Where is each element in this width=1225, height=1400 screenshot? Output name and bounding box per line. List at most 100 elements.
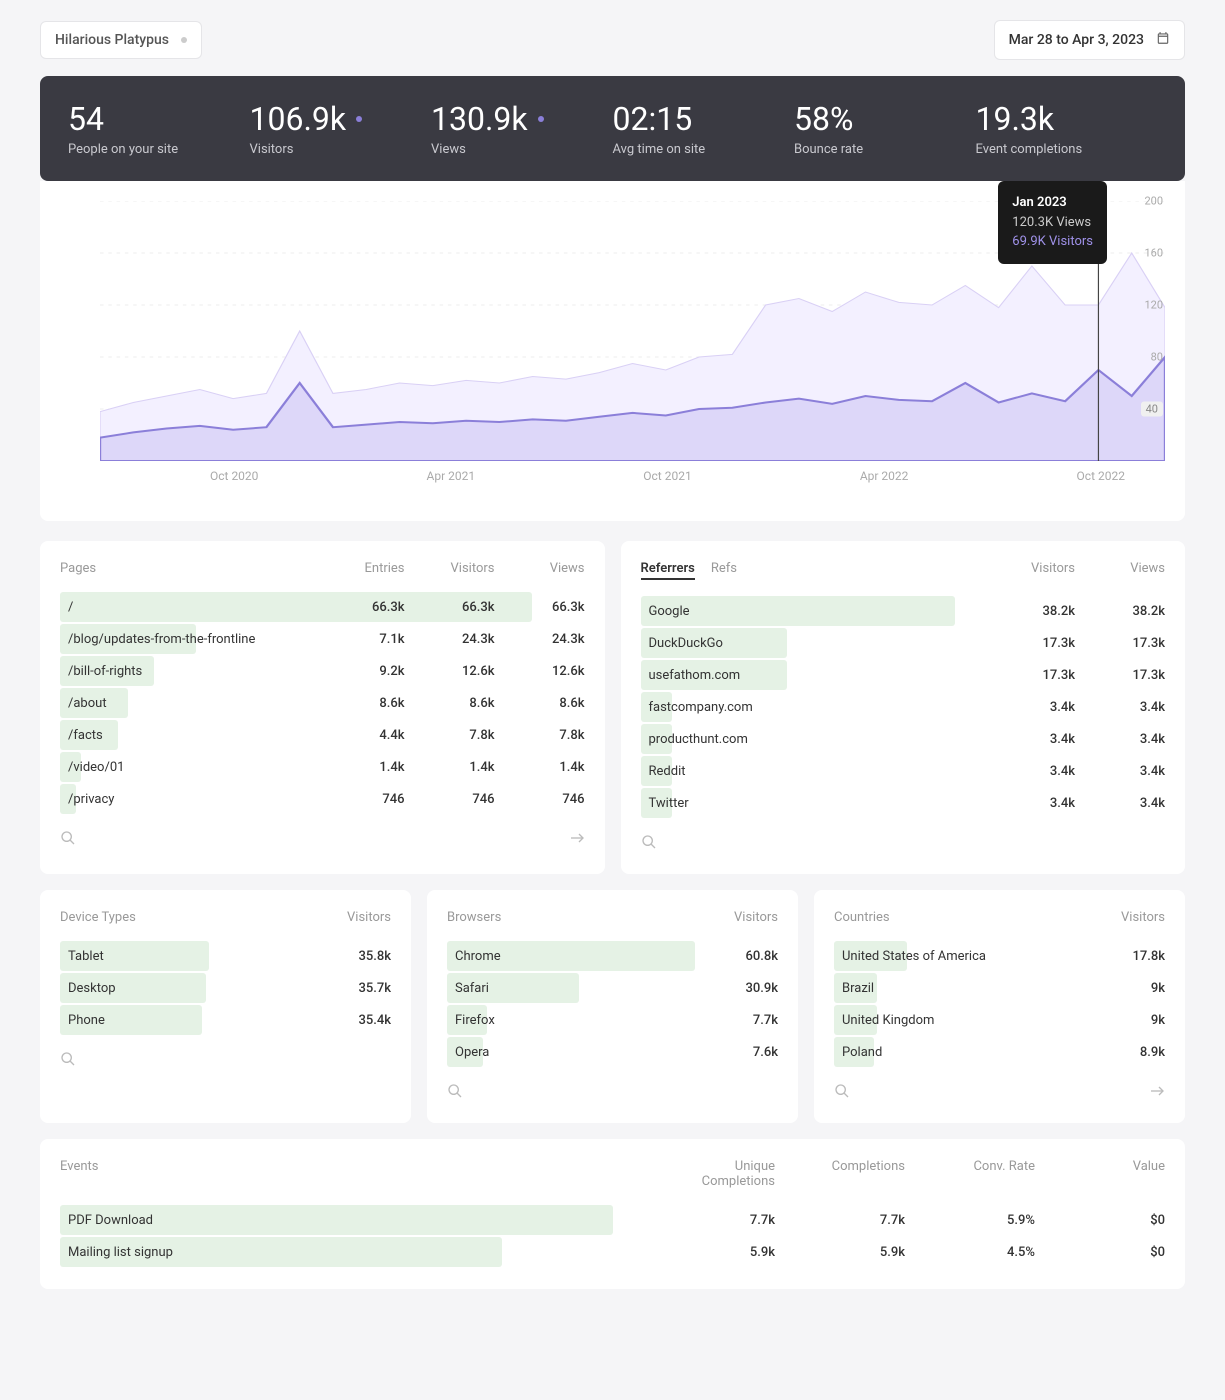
chart-tooltip: Jan 2023 120.3K Views 69.9K Visitors [998, 181, 1107, 264]
table-row[interactable]: United Kingdom9k [834, 1005, 1165, 1035]
table-row[interactable]: /video/011.4k1.4k1.4k [60, 752, 585, 782]
metric-value: 58% [794, 100, 976, 138]
col-header: Visitors [1105, 910, 1165, 925]
table-row[interactable]: /blog/updates-from-the-frontline7.1k24.3… [60, 624, 585, 654]
cell-value: 1.4k [435, 760, 495, 775]
search-icon[interactable] [834, 1083, 850, 1103]
site-selector[interactable]: Hilarious Platypus [40, 21, 202, 59]
tooltip-views: 120.3K Views [1012, 213, 1093, 233]
row-label: /privacy [60, 792, 345, 807]
search-icon[interactable] [447, 1083, 463, 1103]
row-label: usefathom.com [641, 668, 1016, 683]
metric[interactable]: 58% Bounce rate [794, 100, 976, 157]
search-icon[interactable] [60, 830, 76, 850]
table-row[interactable]: /66.3k66.3k66.3k [60, 592, 585, 622]
row-label: Desktop [60, 981, 331, 996]
cell-value: 35.8k [331, 949, 391, 964]
x-tick: Apr 2022 [860, 469, 909, 483]
table-row[interactable]: producthunt.com3.4k3.4k [641, 724, 1166, 754]
table-row[interactable]: Reddit3.4k3.4k [641, 756, 1166, 786]
col-header: Visitors [435, 561, 495, 576]
table-row[interactable]: Opera7.6k [447, 1037, 778, 1067]
table-row[interactable]: Safari30.9k [447, 973, 778, 1003]
table-row[interactable]: United States of America17.8k [834, 941, 1165, 971]
cell-value: 8.6k [435, 696, 495, 711]
cell-value: 9.2k [345, 664, 405, 679]
table-row[interactable]: /privacy746746746 [60, 784, 585, 814]
table-row[interactable]: Phone35.4k [60, 1005, 391, 1035]
table-row[interactable]: /about8.6k8.6k8.6k [60, 688, 585, 718]
metric[interactable]: 54 People on your site [68, 100, 250, 157]
referrers-card: ReferrersRefs VisitorsViews Google38.2k3… [621, 541, 1186, 874]
cell-value: 4.4k [345, 728, 405, 743]
row-label: Chrome [447, 949, 718, 964]
cell-value: 3.4k [1105, 764, 1165, 779]
cell-value: $0 [1065, 1213, 1165, 1228]
table-row[interactable]: Firefox7.7k [447, 1005, 778, 1035]
table-row[interactable]: DuckDuckGo17.3k17.3k [641, 628, 1166, 658]
metric-value: 19.3k [976, 100, 1158, 138]
table-row[interactable]: Mailing list signup5.9k5.9k4.5%$0 [60, 1237, 1165, 1267]
events-title: Events [60, 1159, 98, 1174]
arrow-right-icon[interactable] [1149, 1083, 1165, 1103]
table-row[interactable]: Chrome60.8k [447, 941, 778, 971]
cell-value: 7.7k [675, 1213, 775, 1228]
col-header: Views [1105, 561, 1165, 576]
browsers-card: Browsers Visitors Chrome60.8kSafari30.9k… [427, 890, 798, 1123]
date-range-selector[interactable]: Mar 28 to Apr 3, 2023 [994, 20, 1185, 60]
cell-value: 9k [1105, 1013, 1165, 1028]
search-icon[interactable] [641, 834, 657, 854]
metric[interactable]: 02:15 Avg time on site [613, 100, 795, 157]
table-row[interactable]: Poland8.9k [834, 1037, 1165, 1067]
row-label: Poland [834, 1045, 1105, 1060]
row-label: /bill-of-rights [60, 664, 345, 679]
date-range-label: Mar 28 to Apr 3, 2023 [1009, 32, 1144, 48]
cell-value: 746 [525, 792, 585, 807]
y-tick: 80 [1151, 351, 1163, 364]
tooltip-visitors: 69.9K Visitors [1012, 232, 1093, 252]
table-row[interactable]: Twitter3.4k3.4k [641, 788, 1166, 818]
search-icon[interactable] [60, 1051, 76, 1071]
metric-value: 02:15 [613, 100, 795, 138]
table-row[interactable]: Tablet35.8k [60, 941, 391, 971]
metric-label: Avg time on site [613, 142, 795, 157]
cell-value: 17.8k [1105, 949, 1165, 964]
tab[interactable]: Referrers [641, 561, 695, 580]
table-row[interactable]: /bill-of-rights9.2k12.6k12.6k [60, 656, 585, 686]
arrow-right-icon[interactable] [569, 830, 585, 850]
metric-value: 54 [68, 100, 250, 138]
metric[interactable]: 106.9k Visitors [250, 100, 432, 157]
table-row[interactable]: fastcompany.com3.4k3.4k [641, 692, 1166, 722]
cell-value: 7.7k [805, 1213, 905, 1228]
row-label: Safari [447, 981, 718, 996]
cell-value: 3.4k [1105, 796, 1165, 811]
metric[interactable]: 19.3k Event completions [976, 100, 1158, 157]
cell-value: 24.3k [435, 632, 495, 647]
table-row[interactable]: Google38.2k38.2k [641, 596, 1166, 626]
col-header: Value [1065, 1159, 1165, 1189]
table-row[interactable]: PDF Download7.7k7.7k5.9%$0 [60, 1205, 1165, 1235]
table-row[interactable]: /facts4.4k7.8k7.8k [60, 720, 585, 750]
y-tick: 200 [1144, 195, 1163, 208]
tab[interactable]: Refs [711, 561, 737, 580]
cell-value: 746 [345, 792, 405, 807]
metric[interactable]: 130.9k Views [431, 100, 613, 157]
metric-value: 106.9k [250, 100, 432, 138]
cell-value: 4.5% [935, 1245, 1035, 1260]
table-row[interactable]: Brazil9k [834, 973, 1165, 1003]
traffic-chart-card: Jan 2023 120.3K Views 69.9K Visitors 408… [40, 181, 1185, 521]
cell-value: 17.3k [1105, 636, 1165, 651]
row-label: United States of America [834, 949, 1105, 964]
row-label: / [60, 600, 345, 615]
metric-label: Views [431, 142, 613, 157]
row-label: PDF Download [60, 1213, 675, 1228]
table-row[interactable]: Desktop35.7k [60, 973, 391, 1003]
pages-card: Pages EntriesVisitorsViews /66.3k66.3k66… [40, 541, 605, 874]
col-header: Visitors [718, 910, 778, 925]
table-row[interactable]: usefathom.com17.3k17.3k [641, 660, 1166, 690]
col-header: Visitors [331, 910, 391, 925]
x-tick: Oct 2022 [1077, 469, 1125, 483]
cell-value: 66.3k [525, 600, 585, 615]
row-label: DuckDuckGo [641, 636, 1016, 651]
countries-card: Countries Visitors United States of Amer… [814, 890, 1185, 1123]
